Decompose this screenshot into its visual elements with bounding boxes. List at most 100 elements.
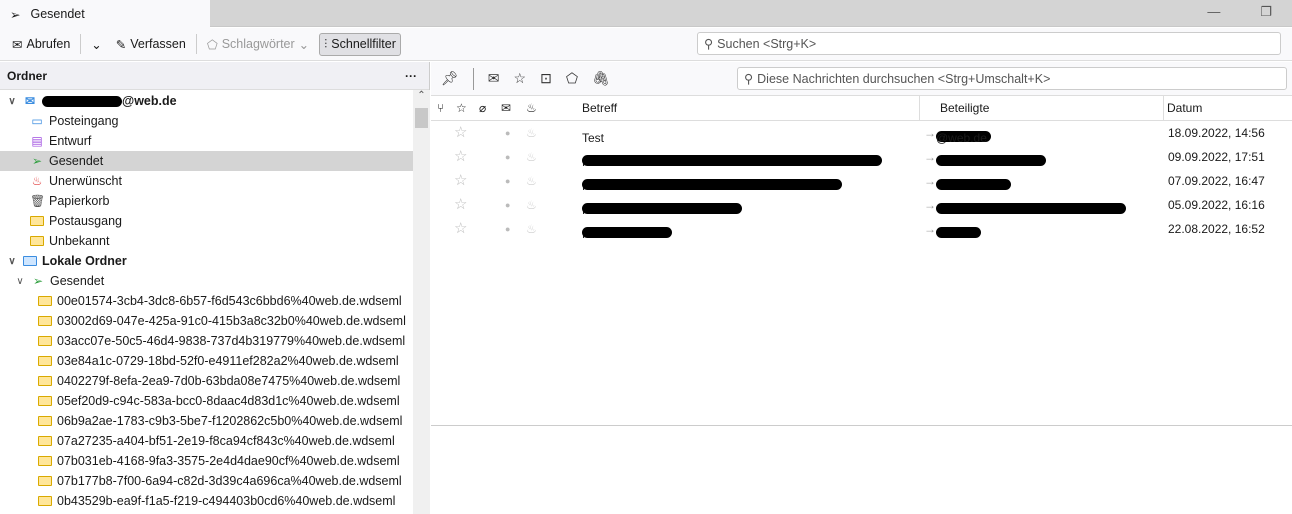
folder-account[interactable]: ∨ ✉ @web.de (0, 91, 413, 111)
attachment-column-icon[interactable]: ⌀ (479, 101, 486, 115)
folder-local[interactable]: ∨ Lokale Ordner (0, 251, 413, 271)
star-icon[interactable]: ☆ (454, 171, 467, 189)
folder-item[interactable]: 03acc07e-50c5-46d4-9838-737d4b319779%40w… (0, 331, 413, 351)
quick-filter-bar: 📌︎ ✉ ☆ ⊡ ⬠ 🖇︎ ⚲ Diese Nachrichten durchsuchen… (431, 62, 1292, 96)
folder-item[interactable]: ➢ Gesendet (0, 151, 413, 171)
junk-icon: ♨ (31, 174, 43, 188)
folder-item[interactable]: 05ef20d9-c94c-583a-bcc0-8daac4d83d1c%40w… (0, 391, 413, 411)
thread-column-icon[interactable]: ⑂ (437, 101, 444, 115)
message-list: ☆ ● ♨ Test → @web.de 18.09.2022, 14:56 ☆ … (431, 121, 1292, 241)
star-icon[interactable]: ☆ (454, 195, 467, 213)
message-participant: → (924, 222, 981, 238)
folder-item[interactable]: 07a27235-a404-bf51-2e19-f8ca94cf843c%40w… (0, 431, 413, 451)
junk-status-icon[interactable]: ♨ (526, 150, 537, 164)
folder-icon (38, 476, 52, 486)
message-row[interactable]: ☆ ● ♨ Re: Re: → 09.09.2022, 17:51 (431, 145, 1292, 169)
tag-filter-icon[interactable]: ⬠ (566, 70, 578, 87)
column-participants[interactable]: Beteiligte (940, 101, 989, 115)
read-status-icon[interactable]: ● (505, 200, 510, 210)
quick-filter-button[interactable]: ⫶ Schnellfilter (319, 32, 401, 56)
more-options-button[interactable]: ··· (405, 69, 417, 83)
divider (195, 34, 197, 54)
contact-filter-icon[interactable]: ⊡ (540, 70, 552, 87)
column-date[interactable]: Datum (1167, 101, 1202, 115)
folder-pane-header: Ordner ··· (0, 62, 429, 90)
redaction (582, 203, 742, 214)
folder-item[interactable]: 03e84a1c-0729-18bd-52f0-e4911ef282a2%40w… (0, 351, 413, 371)
read-column-icon[interactable]: ✉ (501, 101, 511, 115)
star-icon[interactable]: ☆ (454, 147, 467, 165)
message-row[interactable]: ☆ ● ♨ Re: → 05.09.2022, 16:16 (431, 193, 1292, 217)
unread-filter-icon[interactable]: ✉ (488, 70, 500, 87)
redaction (936, 203, 1126, 214)
read-status-icon[interactable]: ● (505, 152, 510, 162)
pin-icon[interactable]: 📌︎ (441, 70, 459, 87)
message-participant: → (924, 174, 1011, 190)
restore-icon[interactable]: ❐ (1260, 4, 1272, 20)
search-icon: ⚲ (744, 72, 754, 86)
divider (919, 96, 920, 120)
folder-tree: ∨ ✉ @web.de ▭ Posteingang ▤ Entwurf ➢ Gesendet ♨… (0, 90, 429, 511)
chevron-down-icon[interactable]: ∨ (6, 96, 18, 107)
tab-gesendet[interactable]: ➢ Gesendet (0, 0, 210, 28)
folder-item[interactable]: 🗑︎ Papierkorb (0, 191, 413, 211)
message-date: 09.09.2022, 17:51 (1168, 150, 1265, 164)
folder-item[interactable]: ▭ Posteingang (0, 111, 413, 131)
folder-item[interactable]: 03002d69-047e-425a-91c0-415b3a8c32b0%40w… (0, 311, 413, 331)
folder-item[interactable]: 0b43529b-ea9f-f1a5-f219-c494403b0cd6%40w… (0, 491, 413, 511)
message-row[interactable]: ☆ ● ♨ Test → @web.de 18.09.2022, 14:56 (431, 121, 1292, 145)
folder-item[interactable]: Unbekannt (0, 231, 413, 251)
chevron-down-icon[interactable]: ∨ (6, 256, 18, 267)
junk-status-icon[interactable]: ♨ (526, 198, 537, 212)
folder-item[interactable]: ▤ Entwurf (0, 131, 413, 151)
folder-item[interactable]: Postausgang (0, 211, 413, 231)
star-column-icon[interactable]: ☆ (456, 101, 467, 115)
divider (80, 34, 82, 54)
send-icon: ➢ (31, 154, 43, 168)
tags-button[interactable]: ⬠ Schlagwörter ⌄ (203, 34, 313, 55)
get-messages-button[interactable]: ✉ Abrufen (8, 34, 74, 55)
folder-icon (38, 336, 52, 346)
read-status-icon[interactable]: ● (505, 224, 510, 234)
get-messages-dropdown[interactable]: ⌄ (87, 34, 105, 55)
minimize-icon[interactable]: — (1207, 4, 1220, 20)
folder-scrollbar[interactable]: ⌃ (413, 90, 430, 514)
send-icon: ➢ (32, 274, 44, 288)
star-filter-icon[interactable]: ☆ (514, 70, 527, 87)
folder-item[interactable]: ♨ Unerwünscht (0, 171, 413, 191)
search-icon: ⚲ (704, 37, 714, 51)
folder-icon (23, 256, 37, 266)
message-row[interactable]: ☆ ● ♨ Re: 220907 - → 07.09.2022, 16:47 (431, 169, 1292, 193)
column-subject[interactable]: Betreff (582, 101, 617, 115)
junk-column-icon[interactable]: ♨ (526, 101, 537, 115)
preview-pane-divider[interactable] (431, 425, 1292, 426)
folder-local-sent[interactable]: ∨ ➢ Gesendet (0, 271, 413, 291)
junk-status-icon[interactable]: ♨ (526, 222, 537, 236)
read-status-icon[interactable]: ● (505, 128, 510, 138)
message-date: 05.09.2022, 16:16 (1168, 198, 1265, 212)
scroll-up-icon[interactable]: ⌃ (413, 90, 430, 101)
global-search-input[interactable]: ⚲ Suchen <Strg+K> (697, 32, 1281, 55)
attachment-filter-icon[interactable]: 🖇︎ (592, 70, 610, 87)
junk-status-icon[interactable]: ♨ (526, 174, 537, 188)
folder-item[interactable]: 0402279f-8efa-2ea9-7d0b-63bda08e7475%40w… (0, 371, 413, 391)
folder-item[interactable]: 00e01574-3cb4-3dc8-6b57-f6d543c6bbd6%40w… (0, 291, 413, 311)
folder-item[interactable]: 07b031eb-4168-9fa3-3575-2e4d4dae90cf%40w… (0, 451, 413, 471)
inbox-icon: ▭ (31, 114, 43, 128)
redaction (42, 96, 122, 108)
read-status-icon[interactable]: ● (505, 176, 510, 186)
redaction (936, 227, 981, 238)
message-search-input[interactable]: ⚲ Diese Nachrichten durchsuchen <Strg+Ums… (737, 67, 1287, 90)
message-row[interactable]: ☆ ● ♨ Re: RE: → 22.08.2022, 16:52 (431, 217, 1292, 241)
junk-status-icon[interactable]: ♨ (526, 126, 537, 140)
folder-item[interactable]: 06b9a2ae-1783-c9b3-5be7-f1202862c5b0%40w… (0, 411, 413, 431)
compose-button[interactable]: ✎ Verfassen (112, 34, 190, 55)
pencil-icon: ✎ (115, 37, 127, 52)
chevron-down-icon: ⌄ (91, 37, 102, 52)
star-icon[interactable]: ☆ (454, 123, 467, 141)
folder-icon (38, 456, 52, 466)
scrollbar-thumb[interactable] (415, 108, 428, 128)
chevron-down-icon[interactable]: ∨ (14, 276, 26, 287)
folder-item[interactable]: 07b177b8-7f00-6a94-c82d-3d39c4a696ca%40w… (0, 471, 413, 491)
star-icon[interactable]: ☆ (454, 219, 467, 237)
